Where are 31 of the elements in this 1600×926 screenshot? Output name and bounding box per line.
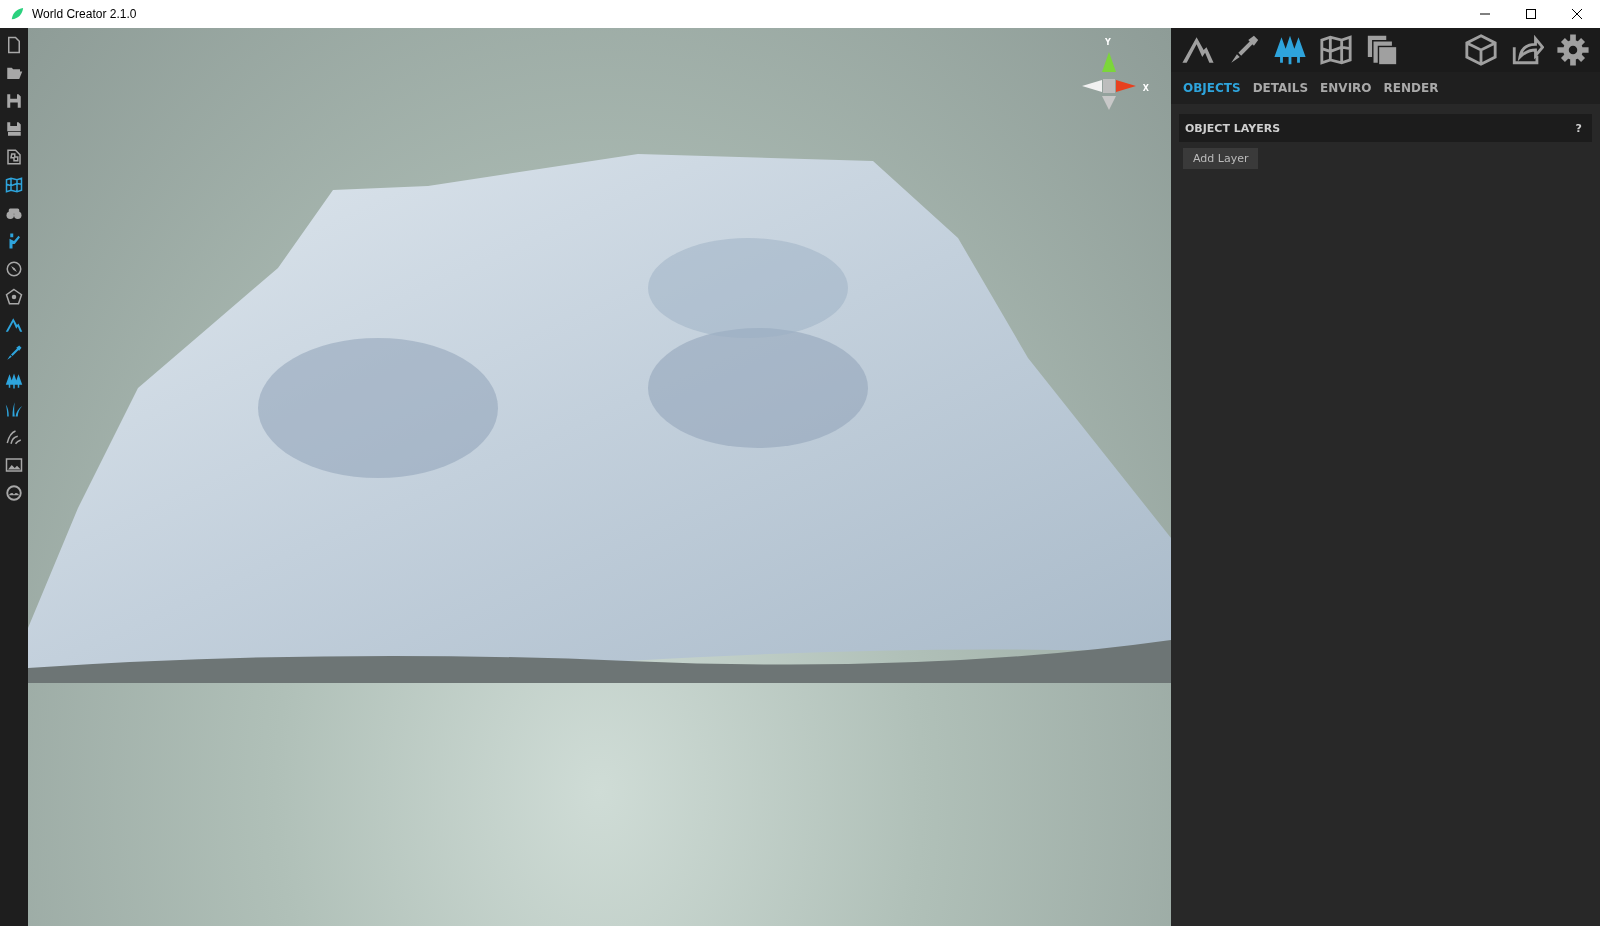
grass-icon[interactable] <box>5 400 23 418</box>
window-title: World Creator 2.1.0 <box>32 7 137 21</box>
brush-icon[interactable] <box>5 344 23 362</box>
layers-icon[interactable] <box>1365 33 1399 67</box>
tab[interactable]: RENDER <box>1379 79 1443 97</box>
compass-icon[interactable] <box>5 260 23 278</box>
axis-label: X <box>1142 84 1149 93</box>
settings-icon[interactable] <box>1556 33 1590 67</box>
add-layer-button[interactable]: Add Layer <box>1183 148 1259 169</box>
close-icon <box>1572 9 1582 19</box>
box-icon[interactable] <box>1464 33 1498 67</box>
map-icon[interactable] <box>1319 33 1353 67</box>
maximize-icon <box>1526 9 1536 19</box>
image-icon[interactable] <box>5 456 23 474</box>
tab[interactable]: DETAILS <box>1248 79 1313 97</box>
mountain-icon[interactable] <box>5 316 23 334</box>
tab[interactable]: ENVIRO <box>1316 79 1376 97</box>
section-title: OBJECT LAYERS <box>1185 121 1281 135</box>
export-icon[interactable] <box>1510 33 1544 67</box>
tab[interactable]: OBJECTS <box>1179 79 1245 97</box>
pentagon-icon[interactable] <box>5 288 23 306</box>
map-icon[interactable] <box>5 176 23 194</box>
save-icon[interactable] <box>5 92 23 110</box>
axis-label: Y <box>1105 38 1111 47</box>
leaf-icon <box>10 7 24 21</box>
globe-icon[interactable] <box>5 484 23 502</box>
help-button[interactable]: ? <box>1571 121 1586 135</box>
puzzle-icon[interactable] <box>5 148 23 166</box>
trees-icon[interactable] <box>5 372 23 390</box>
file-icon[interactable] <box>5 36 23 54</box>
save-as-icon[interactable] <box>5 120 23 138</box>
